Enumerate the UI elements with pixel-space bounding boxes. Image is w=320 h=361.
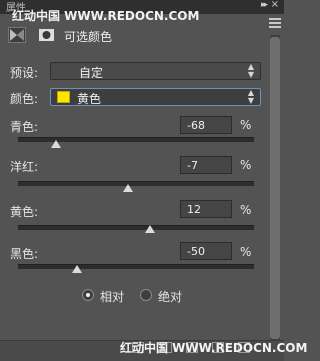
dropdown-arrows-icon: ▲ ▼ xyxy=(247,88,254,105)
dropdown-arrows-icon: ▲ ▼ xyxy=(247,62,254,79)
cyan-label: 青色: xyxy=(10,120,39,134)
magenta-slider-track[interactable] xyxy=(18,181,254,186)
adjustment-title: 可选颜色 xyxy=(64,30,113,44)
absolute-label[interactable]: 绝对 xyxy=(158,288,182,305)
cyan-unit: % xyxy=(240,118,252,132)
close-panel-icon[interactable]: × xyxy=(271,0,279,10)
colors-dropdown[interactable]: 黄色 ▲ ▼ xyxy=(50,88,261,106)
magenta-slider-thumb[interactable] xyxy=(122,184,133,192)
scrollbar-thumb[interactable] xyxy=(270,37,280,339)
preset-value: 自定 xyxy=(79,66,104,80)
color-swatch xyxy=(57,91,70,103)
yellow-slider-thumb[interactable] xyxy=(145,225,156,233)
magenta-unit: % xyxy=(240,158,252,172)
colors-label: 颜色: xyxy=(10,92,39,106)
watermark-bottom: 红动中国 WWW.REDOCN.COM xyxy=(120,341,308,355)
layer-mask-icon[interactable] xyxy=(38,27,56,43)
panel-menu-icon[interactable] xyxy=(269,18,281,28)
relative-radio[interactable] xyxy=(82,289,94,301)
preset-dropdown[interactable]: 自定 ▲ ▼ xyxy=(50,62,261,80)
cyan-input[interactable]: -68 xyxy=(180,116,232,134)
cyan-slider-thumb[interactable] xyxy=(50,140,61,148)
black-label: 黑色: xyxy=(10,247,39,261)
yellow-label: 黄色: xyxy=(10,205,39,219)
magenta-label: 洋红: xyxy=(10,160,39,174)
yellow-input[interactable]: 12 xyxy=(180,200,232,218)
absolute-radio[interactable] xyxy=(140,289,152,301)
watermark-top: 红动中国 WWW.REDOCN.COM xyxy=(12,9,200,23)
yellow-slider-track[interactable] xyxy=(18,225,254,230)
preset-label: 预设: xyxy=(10,66,39,80)
relative-label[interactable]: 相对 xyxy=(100,288,124,305)
black-input[interactable]: -50 xyxy=(180,242,232,260)
selective-color-icon[interactable] xyxy=(8,27,26,43)
black-unit: % xyxy=(240,245,252,259)
black-slider-track[interactable] xyxy=(18,264,254,269)
magenta-input[interactable]: -7 xyxy=(180,156,232,174)
collapse-panel-icon[interactable]: ▸▸ xyxy=(261,0,268,10)
colors-value: 黄色 xyxy=(77,92,102,106)
black-slider-thumb[interactable] xyxy=(72,265,82,273)
yellow-unit: % xyxy=(240,203,252,217)
